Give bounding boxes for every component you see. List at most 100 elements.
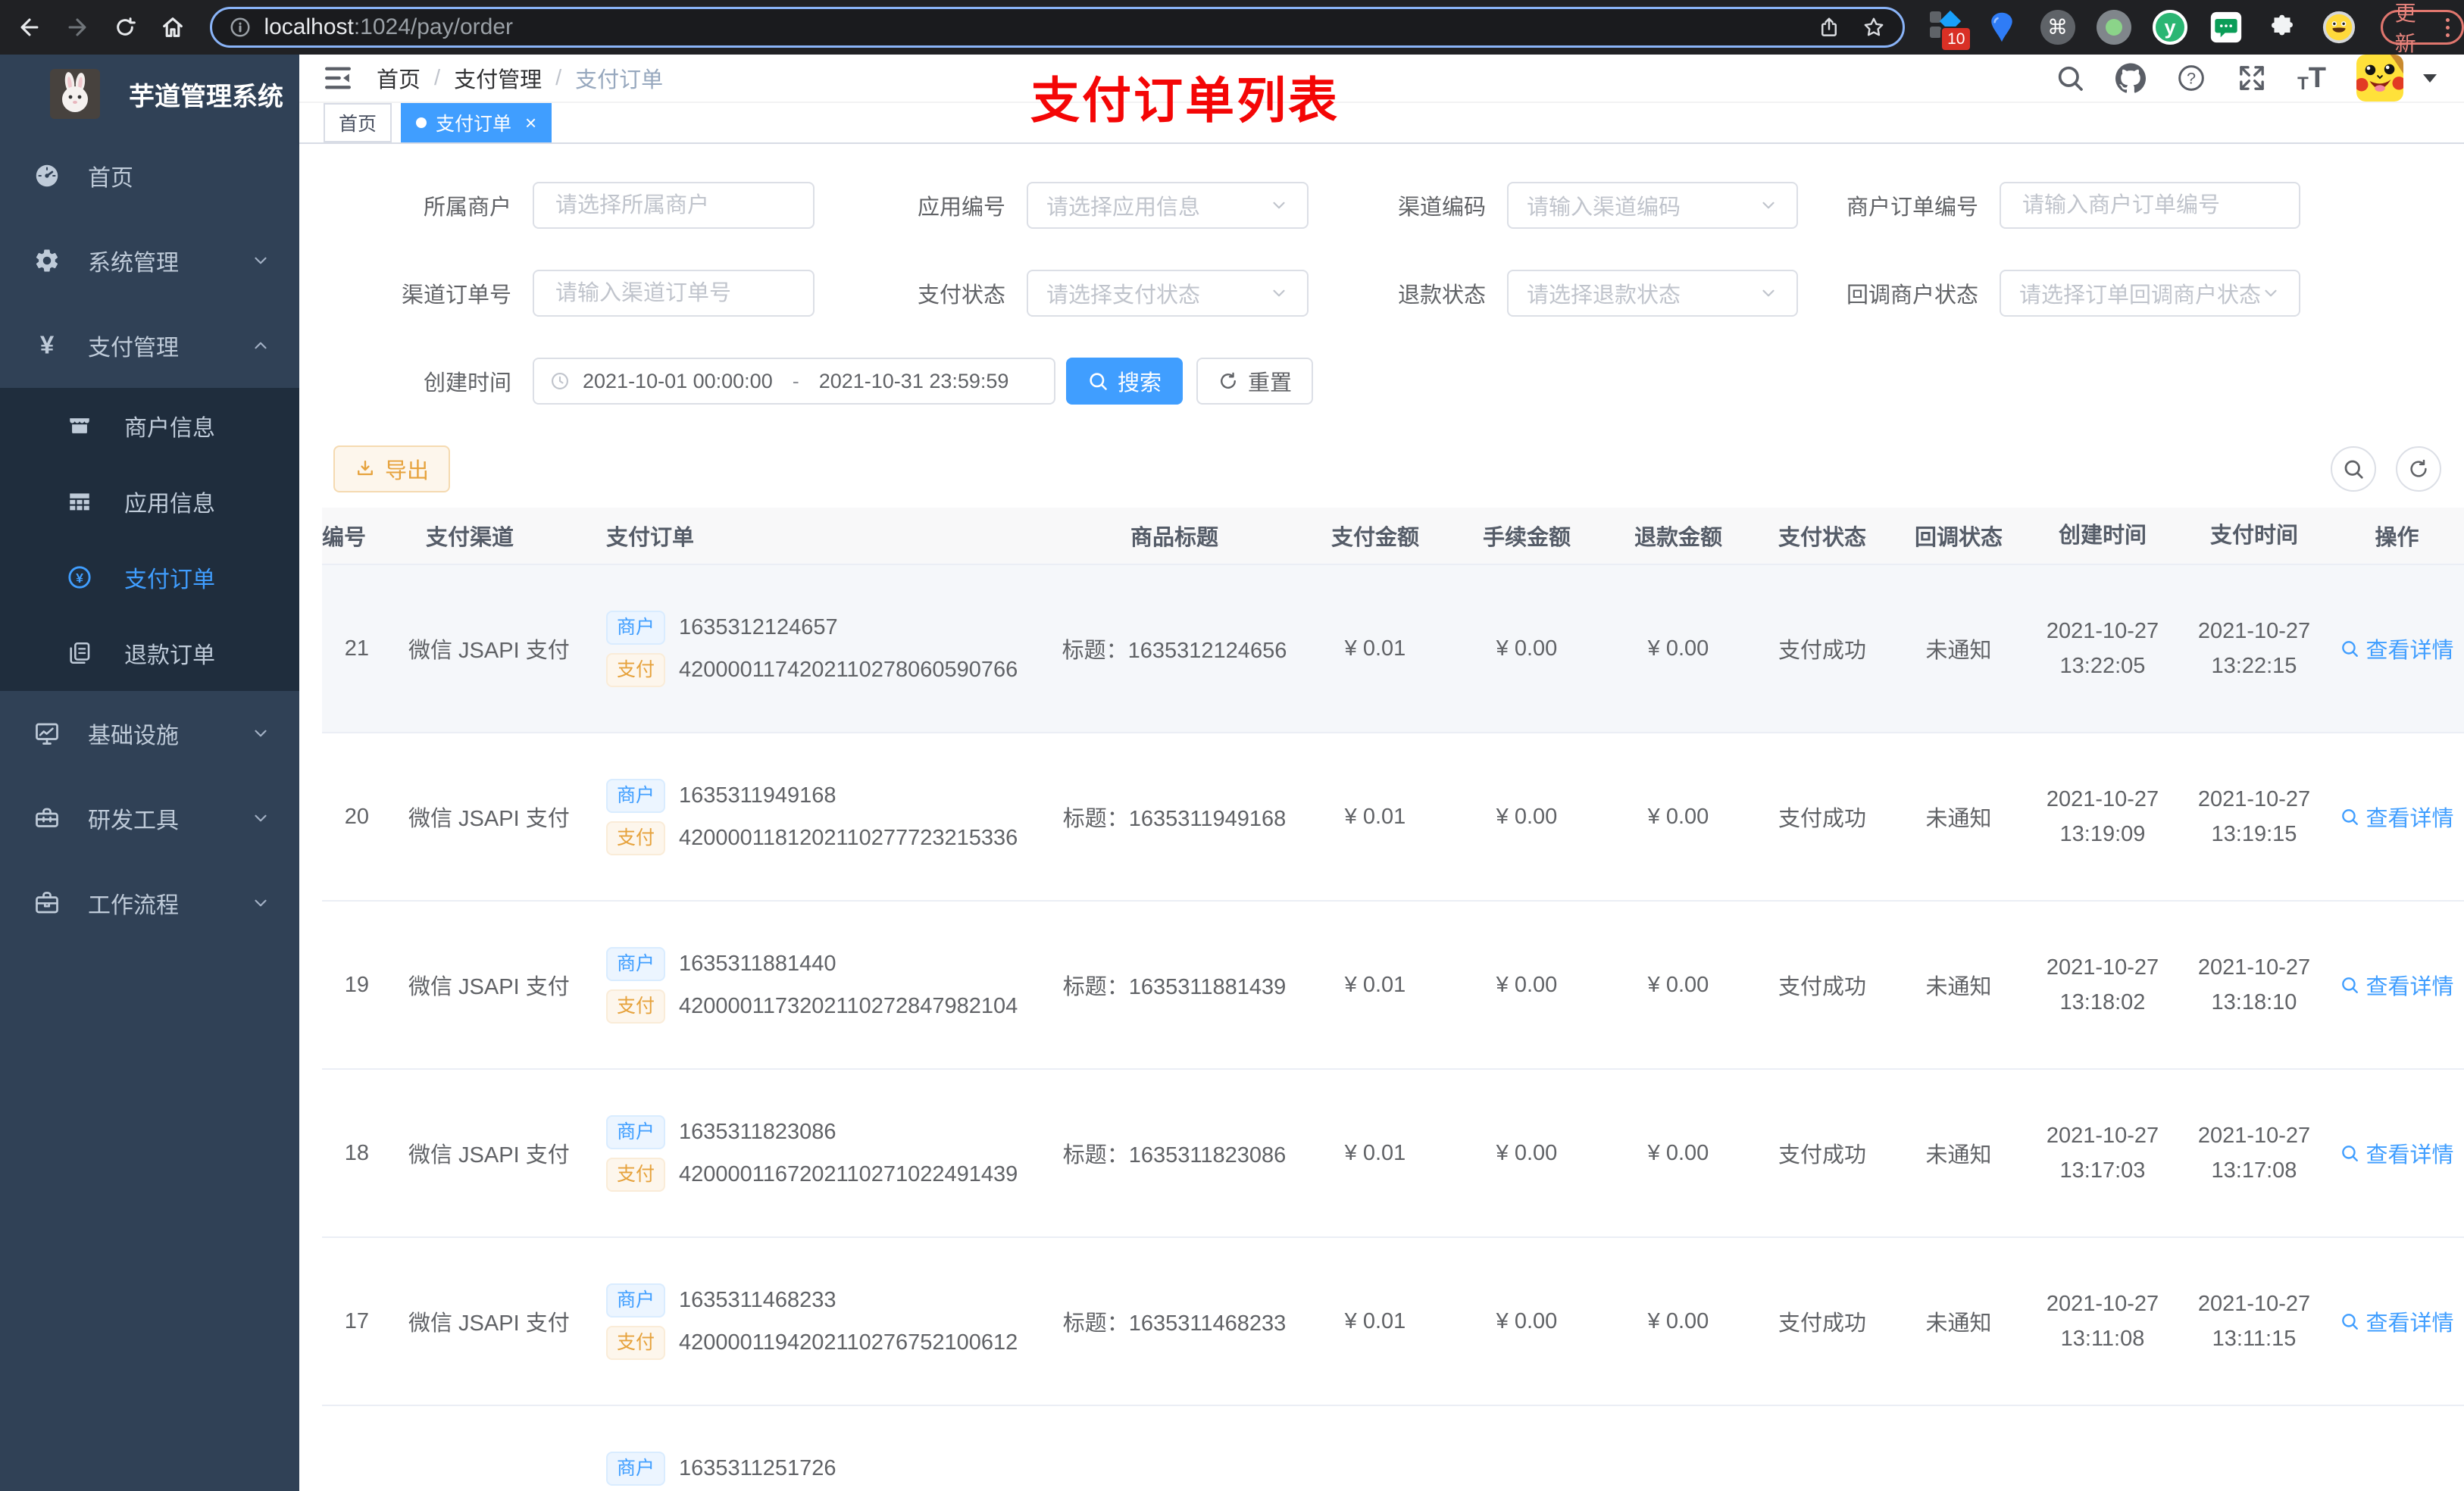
view-detail-link[interactable]: 查看详情	[2340, 801, 2454, 833]
browser-forward-button[interactable]	[60, 9, 95, 45]
view-detail-link[interactable]: 查看详情	[2340, 1137, 2454, 1169]
field-label: 所属商户	[423, 195, 511, 220]
merchant-tag: 商户	[606, 778, 666, 813]
rabbit-logo-icon	[50, 69, 100, 119]
sidebar-item-app-info[interactable]: 应用信息	[0, 464, 299, 539]
breadcrumb-separator: /	[555, 65, 562, 90]
cell-notify: 未通知	[1925, 639, 1992, 663]
cell-fee: ¥ 0.00	[1496, 1140, 1558, 1165]
pay-order-no: 4200001167202110271022491439	[679, 1161, 1018, 1186]
sidebar-item-label: 支付管理	[88, 336, 179, 361]
bookmark-star-icon[interactable]	[1862, 15, 1886, 39]
view-detail-link[interactable]: 查看详情	[2340, 1305, 2454, 1337]
pay-tag: 支付	[606, 652, 666, 687]
column-header: 支付时间	[2209, 524, 2298, 548]
sidebar-item-infrastructure[interactable]: 基础设施	[0, 691, 299, 776]
cell-title: 标题：1635311468233	[1062, 1311, 1287, 1336]
view-detail-link[interactable]: 查看详情	[2340, 633, 2454, 664]
sidebar-item-workflow[interactable]: 工作流程	[0, 861, 299, 946]
merchant-input[interactable]	[533, 182, 815, 229]
export-button[interactable]: 导出	[333, 445, 451, 492]
fullscreen-icon[interactable]	[2237, 63, 2267, 93]
address-bar[interactable]: localhost:1024/pay/order	[210, 7, 1906, 48]
sidebar-item-label: 首页	[88, 166, 133, 191]
chevron-down-icon	[251, 251, 270, 270]
cell-action: 查看详情	[2330, 633, 2464, 664]
chevron-down-icon	[251, 808, 270, 828]
field-label: 渠道订单号	[401, 283, 511, 308]
browser-back-button[interactable]	[12, 9, 48, 45]
cell-notify: 未通知	[1925, 807, 1992, 831]
sidebar-item-home[interactable]: 首页	[0, 133, 299, 218]
avatar-caret-icon[interactable]	[2423, 73, 2437, 83]
cell-order: 商户 1635311823086 支付 4200001167202110271022…	[564, 1106, 1049, 1200]
site-info-icon[interactable]	[229, 16, 252, 39]
toolbox-icon	[33, 805, 61, 832]
extension-command-icon[interactable]: ⌘	[2039, 6, 2077, 48]
refresh-table-button[interactable]	[2396, 446, 2441, 492]
channel-code-select[interactable]: 请输入渠道编码	[1507, 182, 1798, 229]
refund-status-select[interactable]: 请选择退款状态	[1507, 270, 1798, 317]
close-icon[interactable]: ×	[525, 111, 536, 135]
cell-title: 标题：1635311949168	[1062, 807, 1287, 831]
extension-recorder-icon[interactable]	[2095, 6, 2133, 48]
tab-pay-order[interactable]: 支付订单 ×	[401, 103, 552, 142]
sidebar-item-system[interactable]: 系统管理	[0, 218, 299, 303]
cell-channel: 微信 JSAPI 支付	[408, 639, 570, 663]
help-icon[interactable]	[2176, 63, 2206, 93]
cell-created: 2021-10-27 13:18:02	[2046, 955, 2159, 1014]
cell-title: 标题：1635312124656	[1062, 639, 1287, 663]
search-button[interactable]: 搜索	[1066, 358, 1184, 405]
breadcrumb-payment[interactable]: 支付管理	[454, 62, 542, 94]
tab-home[interactable]: 首页	[324, 103, 392, 142]
extension-y-icon[interactable]: y	[2151, 6, 2189, 48]
merchant-tag: 商户	[606, 1114, 666, 1149]
browser-home-button[interactable]	[155, 9, 191, 45]
extension-chat-icon[interactable]	[2207, 6, 2245, 48]
sidebar-item-label: 商户信息	[124, 416, 215, 441]
reset-button[interactable]: 重置	[1196, 358, 1314, 405]
view-detail-link[interactable]: 查看详情	[2340, 969, 2454, 1001]
extension-badge: 10	[1940, 27, 1972, 52]
toggle-search-button[interactable]	[2331, 446, 2376, 492]
merchant-order-no-input[interactable]	[2000, 182, 2300, 229]
search-icon[interactable]	[2055, 63, 2085, 93]
breadcrumb-home[interactable]: 首页	[377, 62, 421, 94]
sidebar-item-refund-order[interactable]: 退款订单	[0, 615, 299, 691]
extension-balloon-icon[interactable]	[1982, 6, 2020, 48]
column-header: 支付订单	[606, 526, 695, 550]
channel-order-no-input[interactable]	[533, 270, 815, 317]
sidebar-item-label: 支付订单	[124, 567, 215, 592]
sidebar-item-merchant-info[interactable]: 商户信息	[0, 388, 299, 464]
pay-status-select[interactable]: 请选择支付状态	[1027, 270, 1309, 317]
merchant-tag: 商户	[606, 610, 666, 645]
sidebar: 芋道管理系统 首页 系统管理 支付管理 商户信息 应用信息 支付订单 退款订单 …	[0, 55, 299, 1491]
table-header-row: 编号 支付渠道 支付订单 商品标题 支付金额 手续金额 退款金额 支付状态 回调…	[322, 508, 2464, 565]
cell-action: 查看详情	[2330, 1305, 2464, 1337]
sidebar-collapse-button[interactable]	[299, 62, 377, 94]
kebab-menu-icon[interactable]	[2446, 17, 2450, 37]
url-host: localhost	[264, 14, 354, 39]
briefcase-icon	[33, 889, 61, 917]
chevron-down-icon	[1269, 195, 1289, 215]
browser-reload-button[interactable]	[108, 9, 143, 45]
cell-id: 17	[344, 1308, 369, 1333]
sidebar-item-dev-tools[interactable]: 研发工具	[0, 776, 299, 861]
font-size-icon[interactable]: TT	[2297, 62, 2326, 95]
extensions-puzzle-icon[interactable]	[2263, 6, 2301, 48]
profile-emoji-icon[interactable]	[2319, 6, 2357, 48]
document-icon	[67, 640, 92, 666]
app-select[interactable]: 请选择应用信息	[1027, 182, 1309, 229]
create-time-range-picker[interactable]: 2021-10-01 00:00:00 - 2021-10-31 23:59:5…	[533, 358, 1055, 405]
share-icon[interactable]	[1818, 16, 1840, 39]
cell-status: 支付成功	[1778, 807, 1866, 831]
avatar[interactable]	[2356, 55, 2403, 102]
extension-tasks-icon[interactable]: 10	[1926, 6, 1972, 52]
github-icon[interactable]	[2115, 63, 2146, 93]
sidebar-item-payment[interactable]: 支付管理	[0, 303, 299, 388]
notify-status-select[interactable]: 请选择订单回调商户状态	[2000, 270, 2300, 317]
merchant-order-no: 1635312124657	[679, 614, 838, 639]
sidebar-item-label: 研发工具	[88, 808, 179, 833]
browser-update-button[interactable]: 更新	[2380, 2, 2464, 55]
sidebar-item-pay-order[interactable]: 支付订单	[0, 539, 299, 615]
